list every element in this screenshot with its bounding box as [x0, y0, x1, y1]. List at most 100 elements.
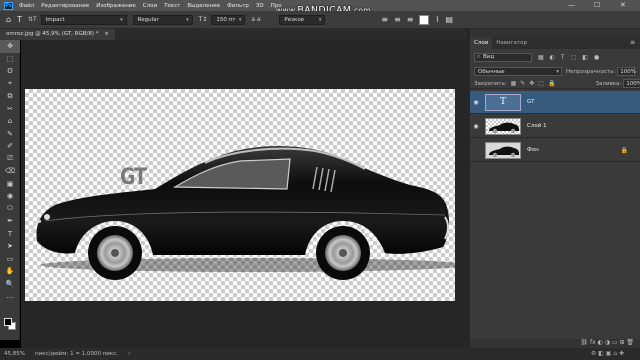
close-tab-icon[interactable]: ×	[104, 31, 109, 37]
brush-tool-icon[interactable]: ⎚	[0, 153, 20, 166]
zoom-tool-icon[interactable]: 🔍	[0, 278, 20, 291]
headlight	[44, 214, 50, 220]
text-layer-thumbnail: T	[485, 93, 521, 111]
dodge-tool-icon[interactable]: ⬭	[0, 203, 20, 216]
tab-layers[interactable]: Слои	[470, 37, 493, 49]
zoom-level[interactable]: 45,85%	[4, 351, 25, 357]
fill-label: Заливка:	[595, 80, 622, 87]
font-size-value: 150 пт	[216, 16, 236, 23]
panel-bottom-bar: ⛓ fx ◐ ◑ ▭ ⊞ 🗑	[470, 339, 640, 348]
filter-shape-icon[interactable]: ⬚	[571, 54, 577, 61]
close-button[interactable]: ✕	[620, 1, 626, 9]
layer-filter-value: Вид	[483, 54, 495, 60]
opacity-input[interactable]: 100%	[617, 67, 636, 76]
lock-artboard-icon[interactable]: ⬚	[538, 80, 544, 87]
lock-transparency-icon[interactable]: ▦	[511, 80, 517, 87]
text-color-swatch[interactable]	[419, 14, 430, 25]
blur-tool-icon[interactable]: ◉	[0, 190, 20, 203]
menu-3d[interactable]: 3D	[256, 3, 264, 9]
lock-position-icon[interactable]: ✥	[529, 80, 534, 87]
filter-smart-object-icon[interactable]: ◧	[582, 54, 588, 61]
tools-panel: ✥ ⬚ ʘ ⌖ ⧉ ✂ ⌂ ✎ ✐ ⎚ ⌫ ▣ ◉ ⬭ ✒ T ➤ ▭ ✋ 🔍 …	[0, 40, 20, 340]
layer-filter-select[interactable]: ⌕ Вид	[474, 52, 532, 62]
filter-type-icon[interactable]: T	[561, 54, 565, 61]
layer-actions-icons[interactable]: ⛓ fx ◐ ◑ ▭ ⊞ 🗑	[580, 339, 634, 346]
menu-layer[interactable]: Слои	[143, 3, 157, 9]
layer-row-layer1[interactable]: ◉ Слой 1	[470, 115, 640, 138]
layer-row-background[interactable]: Фон 🔒	[470, 139, 640, 162]
filter-adjustment-icon[interactable]: ◐	[550, 54, 555, 61]
gradient-tool-icon[interactable]: ▣	[0, 178, 20, 191]
blend-mode-select[interactable]: Обычные ▾	[474, 67, 562, 76]
fill-input[interactable]: 100%	[623, 79, 640, 88]
font-size-icon: T↕	[198, 16, 208, 23]
type-tool-preset-icon[interactable]: T	[17, 15, 22, 24]
photoshop-logo-icon[interactable]: Ps	[4, 1, 13, 10]
font-size-select[interactable]: 150 пт ▾	[211, 14, 246, 25]
menu-image[interactable]: Изображение	[96, 3, 136, 9]
align-center-icon[interactable]: ≡	[394, 15, 401, 24]
align-left-icon[interactable]: ≡	[381, 15, 388, 24]
eye-icon[interactable]: ◉	[470, 99, 482, 106]
options-bar: ⌂ T ⇅T Impact ▾ Regular ▾ T↕ 150 пт ▾ a …	[0, 11, 640, 29]
edit-toolbar-icon[interactable]: …	[0, 290, 20, 303]
menu-file[interactable]: Файл	[19, 3, 34, 9]
font-style-select[interactable]: Regular ▾	[132, 14, 193, 25]
layer-row-gt[interactable]: ◉ T GT	[470, 91, 640, 114]
menu-type[interactable]: Текст	[164, 3, 180, 9]
warp-text-icon[interactable]: ⌇	[435, 15, 439, 24]
panel-menu-icon[interactable]: ≡	[630, 39, 635, 46]
path-select-tool-icon[interactable]: ➤	[0, 240, 20, 253]
move-tool-icon[interactable]: ✥	[0, 40, 20, 53]
font-family-select[interactable]: Impact ▾	[40, 14, 127, 25]
align-right-icon[interactable]: ≡	[407, 15, 414, 24]
eyedropper-tool-icon[interactable]: ✎	[0, 128, 20, 141]
foreground-color-swatch[interactable]	[4, 318, 12, 326]
pen-tool-icon[interactable]: ✒	[0, 215, 20, 228]
panel-tabs: Слои Навигатор	[470, 37, 640, 49]
document-tab[interactable]: omroz.jpg @ 45,9% (GT, RGB/8) * ×	[0, 29, 115, 40]
lock-row: Закрепить: ▦ ✎ ✥ ⬚ 🔒 Заливка: 100%	[470, 79, 640, 89]
rectangle-tool-icon[interactable]: ▭	[0, 253, 20, 266]
type-tool-icon[interactable]: T	[0, 228, 20, 241]
lasso-tool-icon[interactable]: ʘ	[0, 65, 20, 78]
color-swatches[interactable]	[4, 318, 16, 330]
status-arrow-icon[interactable]: ›	[128, 351, 130, 357]
minimize-button[interactable]: —	[568, 1, 575, 9]
lock-label: Закрепить:	[474, 80, 507, 87]
car-layer-thumbnail	[485, 117, 521, 135]
quick-select-tool-icon[interactable]: ⌖	[0, 78, 20, 91]
gt-text-layer[interactable]: GT	[120, 165, 147, 190]
character-panel-icon[interactable]: ▤	[445, 15, 453, 24]
opacity-label: Непрозрачность:	[566, 68, 616, 75]
car-image	[31, 146, 455, 280]
lock-icon: 🔒	[620, 146, 628, 154]
antialias-value: Резкое	[284, 16, 305, 23]
healing-brush-tool-icon[interactable]: ✐	[0, 140, 20, 153]
layer-name[interactable]: Фон	[527, 147, 539, 153]
marquee-tool-icon[interactable]: ⬚	[0, 53, 20, 66]
lock-pixels-icon[interactable]: ✎	[520, 80, 525, 87]
home-icon[interactable]: ⌂	[6, 15, 11, 24]
filter-toggle-icon[interactable]: ●	[594, 54, 599, 61]
frame-tool-icon[interactable]: ⌂	[0, 115, 20, 128]
document-canvas[interactable]: GT	[25, 89, 455, 301]
lock-all-icon[interactable]: 🔒	[548, 80, 555, 87]
layer-name[interactable]: GT	[527, 99, 534, 105]
menu-select[interactable]: Выделение	[187, 3, 220, 9]
menu-edit[interactable]: Редактирование	[41, 3, 89, 9]
filter-pixel-icon[interactable]: ▦	[538, 54, 544, 61]
tab-navigator[interactable]: Навигатор	[492, 37, 531, 49]
hand-tool-icon[interactable]: ✋	[0, 265, 20, 278]
text-orientation-icon[interactable]: ⇅T	[28, 16, 37, 23]
slice-tool-icon[interactable]: ✂	[0, 103, 20, 116]
eye-icon[interactable]: ◉	[470, 123, 482, 130]
layer-name[interactable]: Слой 1	[527, 123, 547, 129]
chevron-down-icon: ▾	[120, 16, 123, 23]
menu-filter[interactable]: Фильтр	[227, 3, 249, 9]
antialias-select[interactable]: Резкое ▾	[279, 14, 326, 25]
eraser-tool-icon[interactable]: ⌫	[0, 165, 20, 178]
crop-tool-icon[interactable]: ⧉	[0, 90, 20, 103]
maximize-button[interactable]: ☐	[594, 1, 600, 9]
canvas-workspace[interactable]: GT	[21, 40, 466, 348]
